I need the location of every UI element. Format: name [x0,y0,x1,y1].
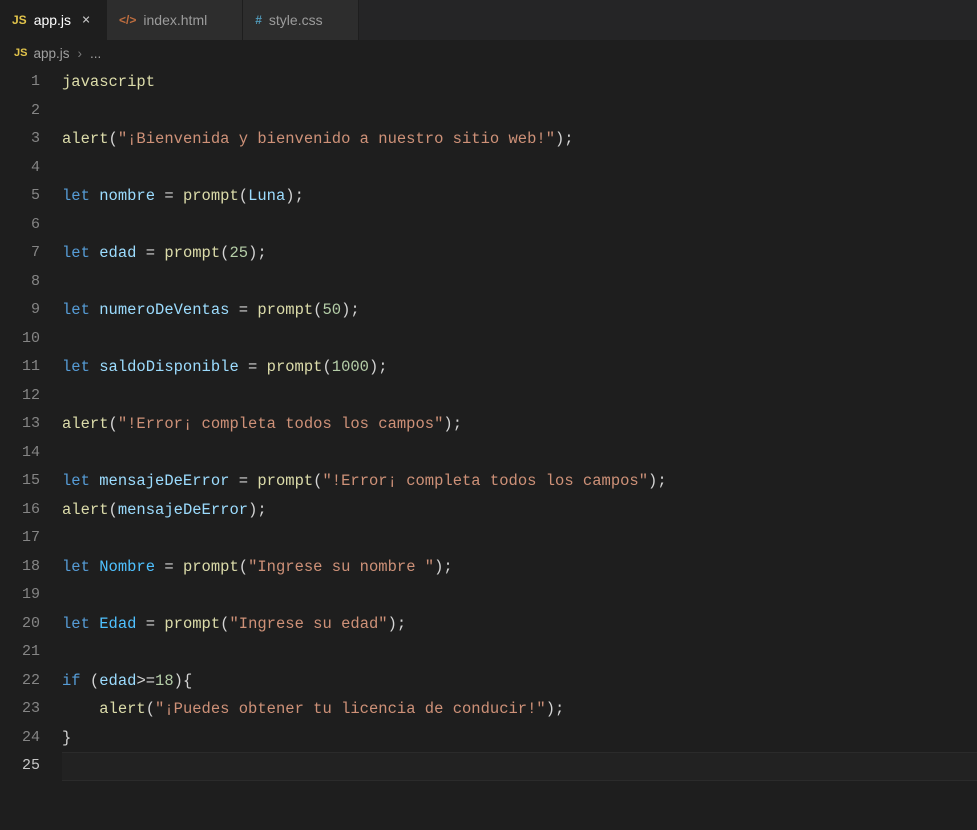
code-line[interactable] [62,97,977,126]
code-line[interactable]: alert("¡Bienvenida y bienvenido a nuestr… [62,125,977,154]
line-number: 12 [0,382,40,411]
js-file-icon: JS [12,13,27,27]
line-number: 20 [0,610,40,639]
editor[interactable]: 1234567891011121314151617181920212223242… [0,66,977,781]
code-area[interactable]: javascript alert("¡Bienvenida y bienveni… [62,66,977,781]
line-number: 14 [0,439,40,468]
code-line[interactable] [62,154,977,183]
line-number: 23 [0,695,40,724]
line-number: 21 [0,638,40,667]
line-number: 8 [0,268,40,297]
tab-style-css[interactable]: # style.css [243,0,358,40]
html-file-icon: </> [119,13,136,27]
line-number: 6 [0,211,40,240]
line-number: 22 [0,667,40,696]
line-number: 9 [0,296,40,325]
tab-label: app.js [34,12,71,28]
line-number: 25 [0,752,40,781]
breadcrumb-more: ... [90,46,101,61]
code-line[interactable] [62,268,977,297]
code-line[interactable] [62,752,977,781]
code-line[interactable]: let numeroDeVentas = prompt(50); [62,296,977,325]
line-number: 7 [0,239,40,268]
code-line[interactable]: let saldoDisponible = prompt(1000); [62,353,977,382]
line-number: 15 [0,467,40,496]
breadcrumb[interactable]: JS app.js › ... [0,40,977,66]
code-line[interactable]: alert("¡Puedes obtener tu licencia de co… [62,695,977,724]
line-number: 5 [0,182,40,211]
line-number: 13 [0,410,40,439]
code-line[interactable]: } [62,724,977,753]
tab-bar: JS app.js × </> index.html # style.css [0,0,977,40]
code-line[interactable]: alert("!Error¡ completa todos los campos… [62,410,977,439]
css-file-icon: # [255,13,262,27]
line-number: 11 [0,353,40,382]
line-number-gutter: 1234567891011121314151617181920212223242… [0,66,62,781]
code-line[interactable] [62,211,977,240]
line-number: 18 [0,553,40,582]
code-line[interactable]: javascript [62,68,977,97]
line-number: 1 [0,68,40,97]
line-number: 4 [0,154,40,183]
code-line[interactable] [62,524,977,553]
code-line[interactable] [62,325,977,354]
line-number: 19 [0,581,40,610]
code-line[interactable]: alert(mensajeDeError); [62,496,977,525]
tab-label: style.css [269,12,323,28]
code-line[interactable]: let edad = prompt(25); [62,239,977,268]
line-number: 17 [0,524,40,553]
code-line[interactable]: let Edad = prompt("Ingrese su edad"); [62,610,977,639]
code-line[interactable] [62,638,977,667]
code-line[interactable]: let nombre = prompt(Luna); [62,182,977,211]
js-file-icon: JS [14,47,27,59]
code-line[interactable]: let mensajeDeError = prompt("!Error¡ com… [62,467,977,496]
code-line[interactable] [62,382,977,411]
line-number: 3 [0,125,40,154]
code-line[interactable] [62,581,977,610]
code-line[interactable]: if (edad>=18){ [62,667,977,696]
code-line[interactable] [62,439,977,468]
tab-app-js[interactable]: JS app.js × [0,0,107,40]
breadcrumb-file: app.js [33,46,69,61]
line-number: 24 [0,724,40,753]
line-number: 2 [0,97,40,126]
tab-index-html[interactable]: </> index.html [107,0,243,40]
line-number: 10 [0,325,40,354]
line-number: 16 [0,496,40,525]
code-line[interactable]: let Nombre = prompt("Ingrese su nombre "… [62,553,977,582]
tab-label: index.html [143,12,207,28]
close-icon[interactable]: × [78,12,94,28]
chevron-right-icon: › [78,46,83,61]
